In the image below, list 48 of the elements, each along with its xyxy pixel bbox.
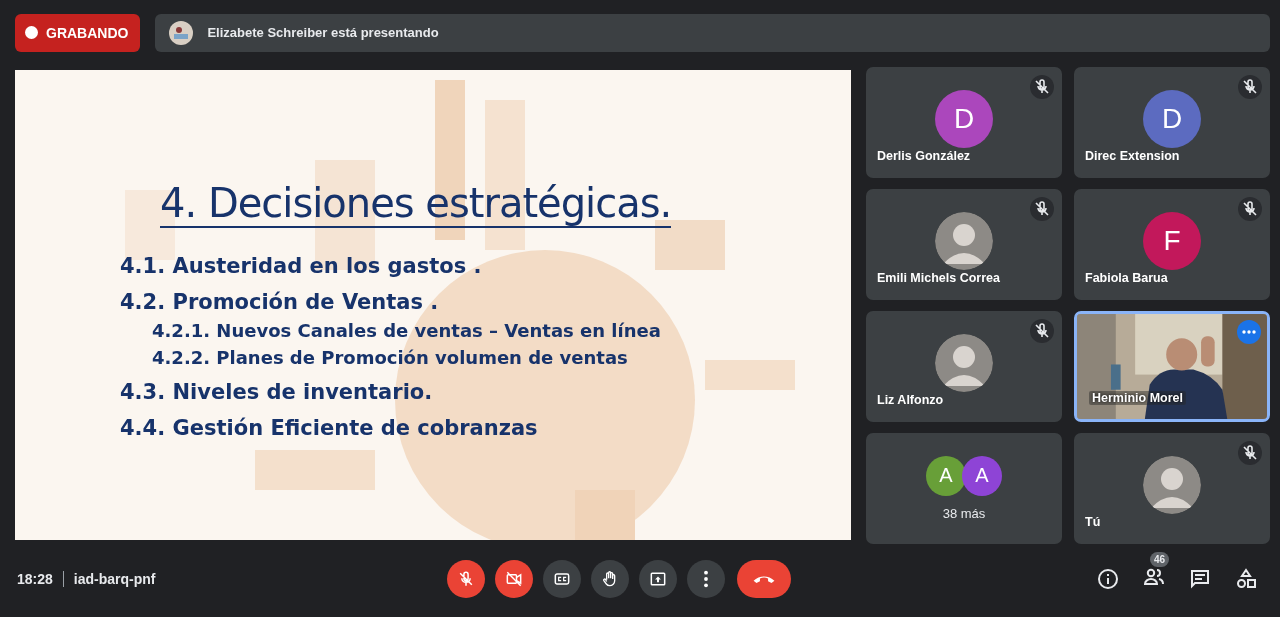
participant-tile[interactable]: A A 38 más xyxy=(866,432,1062,544)
microphone-button[interactable] xyxy=(447,560,485,599)
participant-name: Herminio Morel xyxy=(1089,390,1186,405)
slide-bullet: 4.3. Niveles de inventario. xyxy=(120,379,433,404)
participant-name: Liz Alfonzo xyxy=(877,392,944,407)
participant-name: Emili Michels Correa xyxy=(877,270,1000,285)
raise-hand-button[interactable] xyxy=(591,560,629,599)
more-participants-label: 38 más xyxy=(942,505,986,521)
camera-button[interactable] xyxy=(495,560,533,599)
phone-icon xyxy=(753,574,775,585)
leave-call-button[interactable] xyxy=(737,560,791,599)
participant-tile[interactable]: Emili Michels Correa xyxy=(866,188,1062,300)
avatar: D xyxy=(935,90,993,149)
participant-name: Direc Extension xyxy=(1085,148,1180,163)
avatar: D xyxy=(1143,90,1201,149)
avatar-icon xyxy=(935,334,993,393)
recording-badge: GRABANDO xyxy=(15,14,141,52)
participant-name: Fabiola Barua xyxy=(1085,270,1168,285)
presenter-text: Elizabete Schreiber está presentando xyxy=(207,25,439,41)
avatar-icon xyxy=(169,20,194,45)
clock-time: 18:28 xyxy=(17,571,53,588)
meeting-code: iad-barq-pnf xyxy=(73,571,156,588)
captions-button[interactable] xyxy=(543,560,581,599)
participant-tile[interactable]: D Direc Extension xyxy=(1074,66,1270,178)
slide-bullet: 4.2. Promoción de Ventas . xyxy=(120,289,439,314)
participant-name: Tú xyxy=(1085,514,1101,529)
participant-tile[interactable]: Liz Alfonzo xyxy=(866,310,1062,422)
participant-count-badge: 46 xyxy=(1150,552,1170,568)
more-options-icon[interactable] xyxy=(1237,319,1261,344)
info-icon[interactable] xyxy=(1096,567,1120,592)
avatar: A xyxy=(926,455,966,496)
participant-tile[interactable]: D Derlis González xyxy=(866,66,1062,178)
participant-tile[interactable]: F Fabiola Barua xyxy=(1074,188,1270,300)
slide-bullet: 4.4. Gestión Eficiente de cobranzas xyxy=(120,415,538,440)
more-options-button[interactable] xyxy=(687,560,725,599)
avatar: A xyxy=(962,455,1002,496)
slide-title: 4. Decisiones estratégicas. xyxy=(160,179,672,228)
participant-tile[interactable]: Tú xyxy=(1074,432,1270,544)
present-button[interactable] xyxy=(639,560,677,599)
participant-name: Derlis González xyxy=(877,148,971,163)
avatar-icon xyxy=(935,212,993,271)
avatar: F xyxy=(1143,212,1201,271)
more-vertical-icon xyxy=(703,570,709,589)
slide-sub-bullet: 4.2.2. Planes de Promoción volumen de ventas xyxy=(152,346,628,368)
slide-sub-bullet: 4.2.1. Nuevos Canales de ventas – Ventas en línea xyxy=(152,319,661,341)
avatar-icon xyxy=(1143,456,1201,515)
participant-tile[interactable]: Herminio Morel xyxy=(1074,310,1270,422)
slide-bullet: 4.1. Austeridad en los gastos . xyxy=(120,253,482,278)
